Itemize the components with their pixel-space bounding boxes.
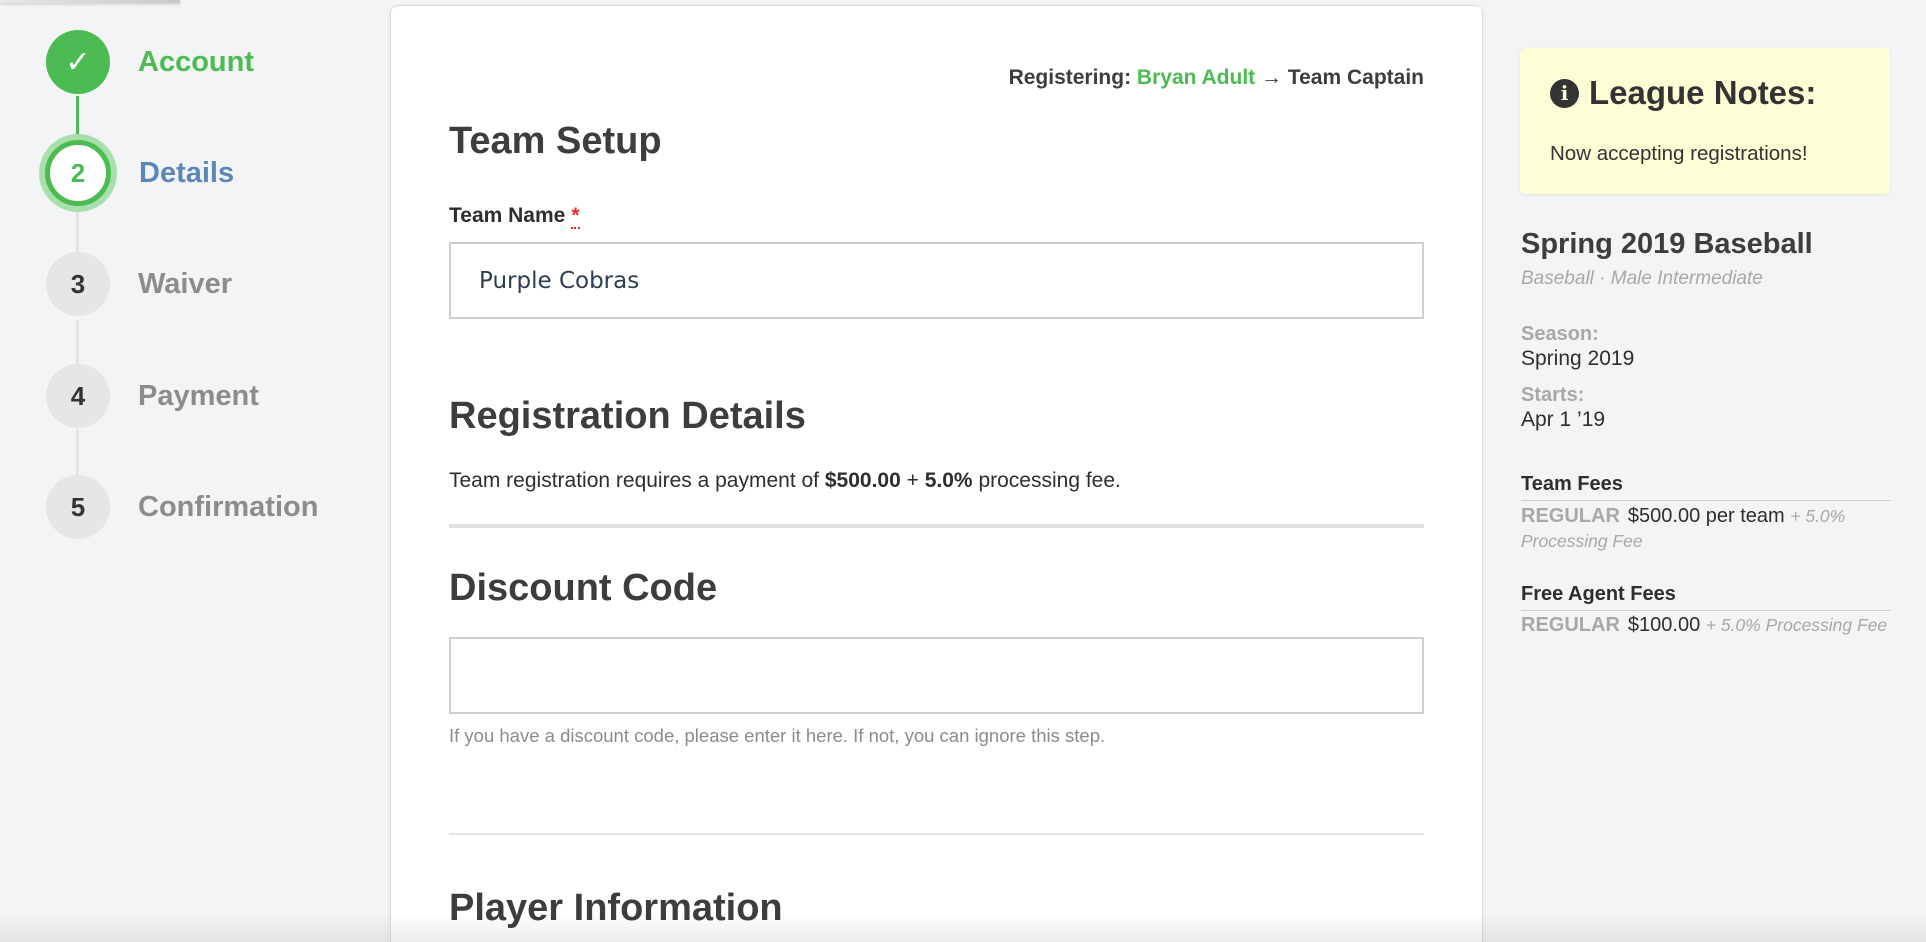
step-number: 4 — [46, 364, 110, 428]
required-marker: * — [571, 204, 580, 229]
league-notes-title: League Notes: — [1589, 74, 1817, 111]
registration-details-title: Registration Details — [449, 395, 806, 437]
league-title: Spring 2019 Baseball — [1521, 228, 1813, 260]
league-subtitle: Baseball · Male Intermediate — [1521, 268, 1763, 289]
fee-tier: REGULAR — [1521, 505, 1620, 527]
step-confirmation: 5 Confirmation — [46, 475, 318, 539]
team-name-input[interactable] — [449, 242, 1424, 319]
registration-stepper: ✓ Account 2 Details 3 Waiver 4 Payment 5… — [0, 0, 380, 600]
step-number: 5 — [46, 475, 110, 539]
fee-percentage: 5.0% — [924, 469, 973, 492]
fee-amount: $100.00 — [1627, 614, 1701, 636]
registrant-name: Bryan Adult — [1136, 66, 1256, 89]
registrant-role: Team Captain — [1287, 66, 1424, 89]
section-divider — [449, 833, 1424, 835]
registering-line: Registering: Bryan Adult → Team Captain — [1009, 66, 1424, 90]
discount-code-title: Discount Code — [449, 567, 718, 609]
step-label: Account — [138, 45, 254, 78]
registering-prefix: Registering: — [1008, 66, 1132, 89]
step-waiver: 3 Waiver — [46, 252, 232, 316]
league-notes-text: Now accepting registrations! — [1550, 142, 1808, 165]
team-fee-line: REGULAR $500.00 per team + 5.0% Processin… — [1521, 504, 1891, 554]
section-divider — [449, 524, 1424, 528]
checkmark-icon: ✓ — [46, 30, 110, 94]
starts-label: Starts: — [1521, 384, 1585, 406]
free-agent-fees-heading: Free Agent Fees — [1521, 583, 1891, 611]
season-value: Spring 2019 — [1521, 347, 1635, 370]
team-name-label: Team Name * — [449, 204, 580, 229]
league-notes-panel: i League Notes: Now accepting registrati… — [1520, 48, 1890, 194]
step-label: Details — [139, 156, 235, 189]
step-payment: 4 Payment — [46, 364, 259, 428]
step-label: Waiver — [138, 267, 233, 300]
team-fees-heading: Team Fees — [1521, 473, 1891, 501]
step-number: 2 — [45, 140, 111, 206]
registration-fee-text: Team registration requires a payment of … — [449, 469, 1121, 493]
fee-text-before: Team registration requires a payment of — [449, 469, 820, 492]
step-label: Confirmation — [138, 490, 319, 523]
starts-value: Apr 1 ’19 — [1521, 408, 1606, 431]
fee-amount: $500.00 — [824, 469, 901, 492]
details-form-card: Registering: Bryan Adult → Team Captain … — [390, 5, 1483, 942]
season-label: Season: — [1521, 323, 1599, 345]
fee-text-after: processing fee. — [978, 469, 1121, 492]
free-agent-fee-line: REGULAR $100.00 + 5.0% Processing Fee — [1521, 613, 1891, 638]
registration-page: ✓ Account 2 Details 3 Waiver 4 Payment 5… — [0, 0, 1926, 942]
team-setup-title: Team Setup — [449, 120, 662, 162]
player-information-title: Player Information — [449, 887, 783, 929]
fee-plus: + — [906, 469, 919, 492]
step-label: Payment — [138, 379, 259, 412]
info-icon: i — [1550, 78, 1579, 108]
league-notes-heading: i League Notes: — [1550, 74, 1816, 112]
discount-help-text: If you have a discount code, please ente… — [449, 725, 1106, 746]
step-number: 3 — [46, 252, 110, 316]
fee-tier: REGULAR — [1521, 614, 1620, 636]
fee-amount: $500.00 per team — [1627, 505, 1785, 527]
discount-code-input[interactable] — [449, 637, 1424, 714]
stepper-connector-done — [76, 96, 79, 136]
step-details[interactable]: 2 Details — [45, 140, 235, 206]
team-name-label-text: Team Name — [449, 204, 566, 227]
step-account[interactable]: ✓ Account — [46, 30, 254, 94]
fee-extra: + 5.0% Processing Fee — [1705, 615, 1888, 635]
arrow-icon: → — [1261, 66, 1282, 89]
